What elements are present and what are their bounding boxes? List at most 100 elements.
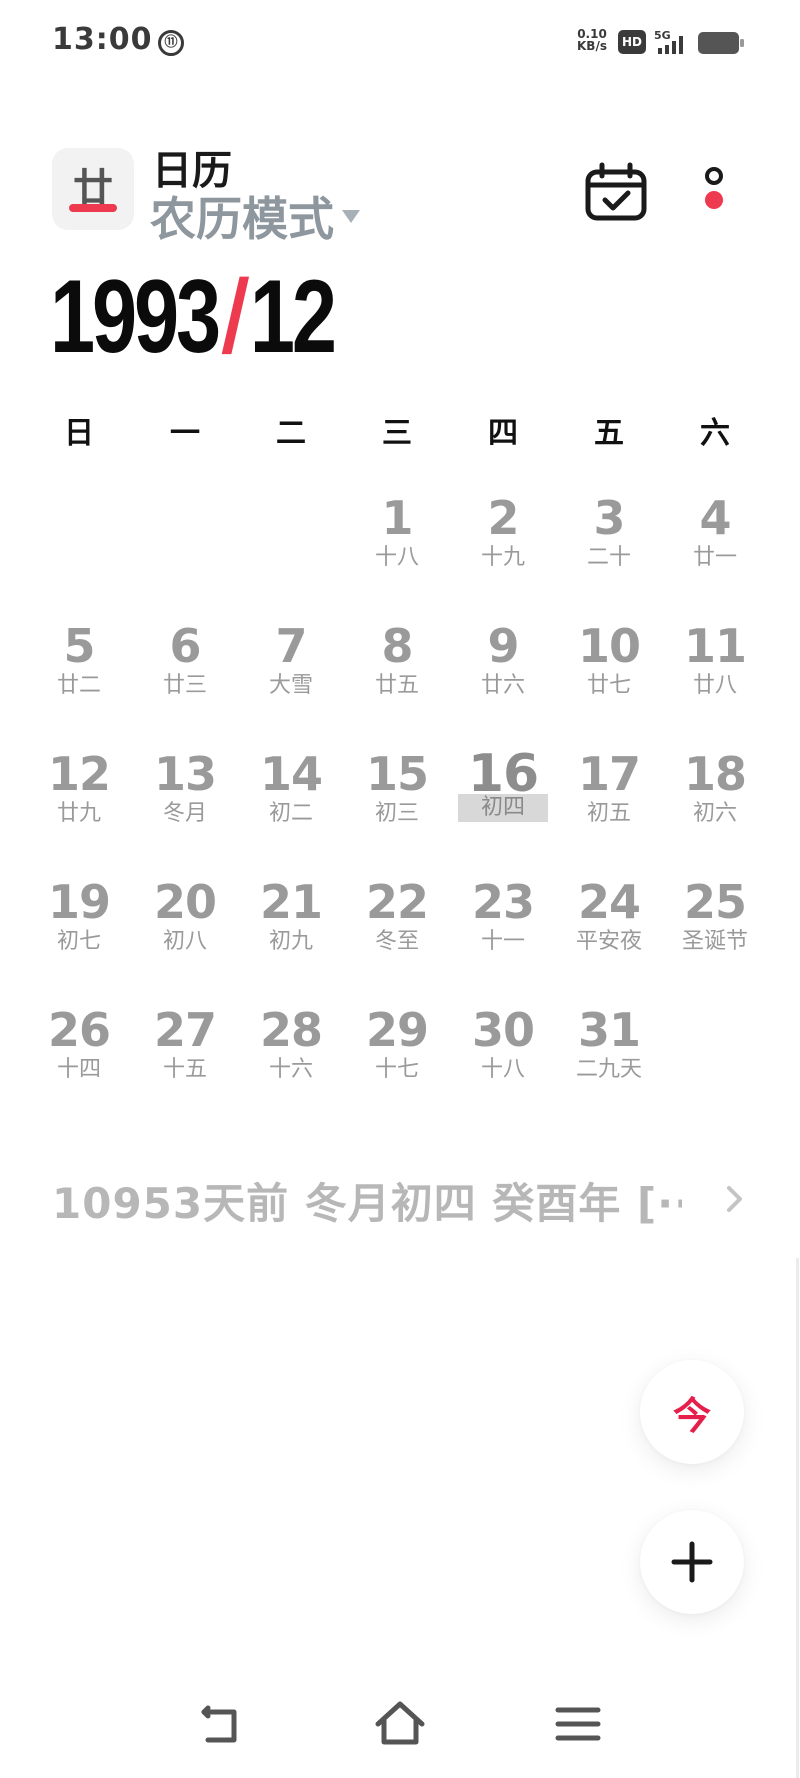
empty-day-cell	[132, 492, 238, 620]
day-number: 7	[275, 619, 307, 673]
month-label: 12	[249, 258, 337, 375]
day-lunar-label: 十九	[480, 545, 525, 570]
day-number: 8	[381, 619, 413, 673]
day-number: 22	[365, 875, 429, 929]
day-cell[interactable]: 27 十五	[132, 1004, 238, 1132]
day-number: 10	[577, 619, 641, 673]
year-label: 1993	[50, 258, 221, 375]
day-number: 2	[487, 491, 519, 545]
plus-icon	[671, 1541, 713, 1583]
day-number: 26	[47, 1003, 111, 1057]
day-lunar-label: 二九天	[575, 1057, 642, 1082]
day-lunar-label: 十六	[268, 1057, 313, 1082]
day-lunar-label: 初八	[162, 929, 207, 954]
day-number: 12	[47, 747, 111, 801]
day-cell[interactable]: 19 初七	[26, 876, 132, 1004]
day-lunar-label: 平安夜	[575, 929, 642, 954]
weekday-label: 一	[170, 416, 200, 451]
day-cell[interactable]: 6 廿三	[132, 620, 238, 748]
chevron-right-icon	[727, 1186, 742, 1212]
day-number: 1	[381, 491, 413, 545]
day-cell[interactable]: 14 初二	[238, 748, 344, 876]
day-cell[interactable]: 3 二十	[556, 492, 662, 620]
weekday-label: 二	[276, 416, 306, 451]
day-number: 19	[47, 875, 111, 929]
app-icon-accent-bar	[69, 204, 117, 212]
day-cell[interactable]: 17 初五	[556, 748, 662, 876]
day-cell[interactable]: 23 十一	[450, 876, 556, 1004]
day-cell[interactable]: 9 廿六	[450, 620, 556, 748]
day-number: 14	[259, 747, 323, 801]
day-number: 5	[63, 619, 95, 673]
signal-label: 5G	[654, 29, 671, 42]
calendar-check-icon[interactable]	[584, 160, 648, 224]
add-event-button[interactable]	[640, 1510, 744, 1614]
day-lunar-label: 廿五	[374, 673, 419, 698]
day-lunar-label: 十四	[56, 1057, 101, 1082]
status-bar: 13:00 ⑪ 0.10 KB/s HD 5G	[0, 0, 800, 90]
day-cell[interactable]: 29 十七	[344, 1004, 450, 1132]
day-number: 4	[699, 491, 731, 545]
day-cell[interactable]: 12 廿九	[26, 748, 132, 876]
signal-icon: 5G	[654, 29, 683, 54]
day-lunar-label: 廿二	[56, 673, 101, 698]
day-cell[interactable]: 18 初六	[662, 748, 768, 876]
calendar-grid: 1 十八 2 十九 3 二十 4 廿一 5 廿二 6 廿三 7 大雪 8 廿五 9 廿六 10 廿七 11 廿八 12 廿九 1…	[26, 492, 768, 1132]
day-cell[interactable]: 20 初八	[132, 876, 238, 1004]
mode-label: 农历模式	[150, 192, 334, 246]
day-cell[interactable]: 30 十八	[450, 1004, 556, 1132]
day-lunar-label: 初三	[374, 801, 419, 826]
day-lunar-label: 冬月	[162, 801, 207, 826]
day-cell[interactable]: 22 冬至	[344, 876, 450, 1004]
day-cell[interactable]: 1 十八	[344, 492, 450, 620]
day-cell[interactable]: 16 初四	[450, 748, 556, 876]
day-lunar-label: 廿九	[56, 801, 101, 826]
selected-date-info-text: 10953天前 冬月初四 癸酉年 [···	[52, 1178, 682, 1228]
day-cell[interactable]: 4 廿一	[662, 492, 768, 620]
app-icon: 廿	[52, 148, 134, 230]
mode-selector[interactable]: 农历模式	[150, 188, 360, 246]
status-time: 13:00	[52, 22, 153, 57]
day-cell[interactable]: 24 平安夜	[556, 876, 662, 1004]
day-cell[interactable]: 31 二九天	[556, 1004, 662, 1132]
day-number: 28	[259, 1003, 323, 1057]
day-cell[interactable]: 2 十九	[450, 492, 556, 620]
day-cell[interactable]: 15 初三	[344, 748, 450, 876]
day-number: 25	[683, 875, 747, 929]
back-icon[interactable]	[192, 1694, 252, 1754]
day-cell[interactable]: 10 廿七	[556, 620, 662, 748]
day-cell[interactable]: 25 圣诞节	[662, 876, 768, 1004]
day-cell[interactable]: 28 十六	[238, 1004, 344, 1132]
day-number: 30	[471, 1003, 535, 1057]
notification-badge-icon: ⑪	[158, 30, 184, 56]
day-lunar-label: 廿七	[586, 673, 631, 698]
selected-date-info[interactable]: 10953天前 冬月初四 癸酉年 [···	[52, 1172, 752, 1228]
day-cell[interactable]: 13 冬月	[132, 748, 238, 876]
day-cell[interactable]: 21 初九	[238, 876, 344, 1004]
day-cell[interactable]: 26 十四	[26, 1004, 132, 1132]
day-lunar-label: 十八	[374, 545, 419, 570]
day-cell[interactable]: 5 廿二	[26, 620, 132, 748]
day-number: 11	[683, 619, 747, 673]
day-number: 15	[365, 747, 429, 801]
day-cell[interactable]: 8 廿五	[344, 620, 450, 748]
day-number: 27	[153, 1003, 217, 1057]
weekday-label: 五	[594, 416, 624, 451]
day-number: 16	[467, 744, 539, 804]
day-number: 6	[169, 619, 201, 673]
day-lunar-label: 圣诞节	[681, 929, 748, 954]
day-lunar-label: 廿一	[692, 545, 737, 570]
more-dots-icon[interactable]	[694, 160, 734, 224]
weekday-label: 六	[700, 416, 730, 451]
menu-icon[interactable]	[548, 1694, 608, 1754]
year-month-title[interactable]: 1993 / 12	[50, 259, 337, 375]
hd-badge: HD	[618, 30, 646, 54]
day-cell[interactable]: 7 大雪	[238, 620, 344, 748]
day-number: 3	[593, 491, 625, 545]
today-button[interactable]: 今	[640, 1360, 744, 1464]
day-number: 24	[577, 875, 641, 929]
year-month-separator: /	[219, 258, 249, 375]
day-cell[interactable]: 11 廿八	[662, 620, 768, 748]
home-icon[interactable]	[370, 1694, 430, 1754]
day-lunar-label: 初九	[268, 929, 313, 954]
